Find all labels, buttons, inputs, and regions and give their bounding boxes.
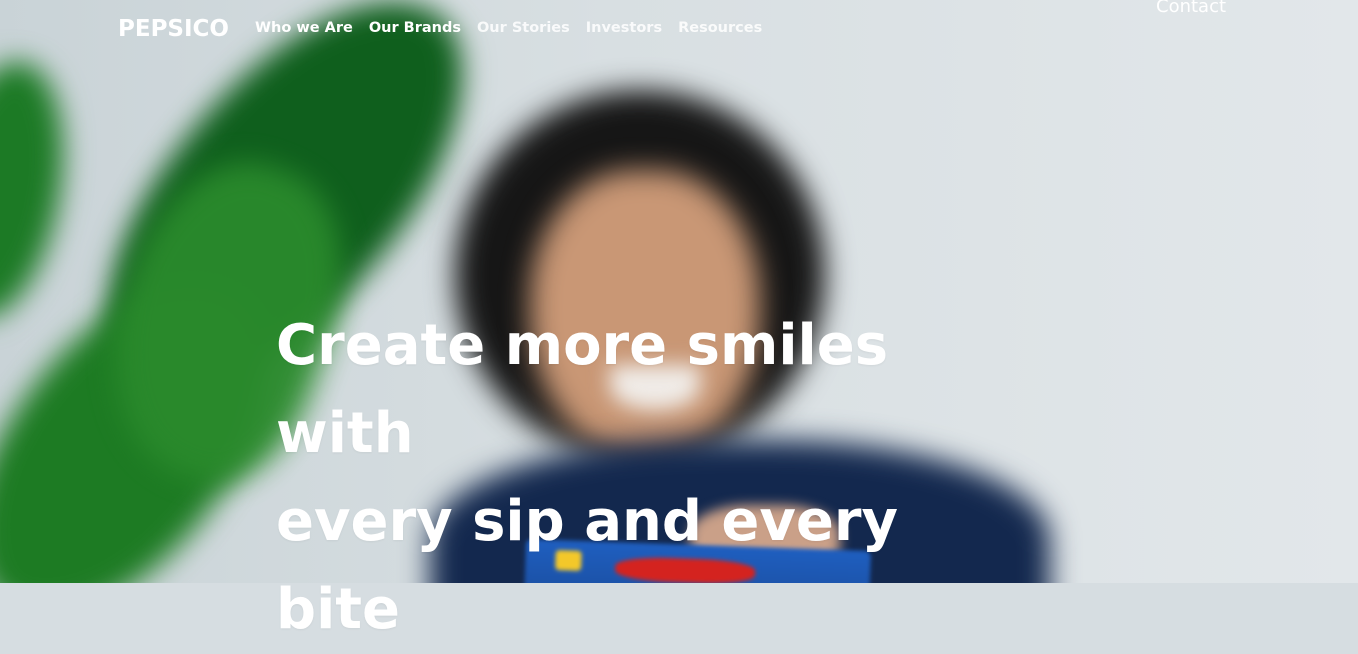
nav-links: Who we Are Our Brands Our Stories Invest… [255, 18, 762, 38]
plant-leaf [0, 51, 82, 329]
top-navigation: PEPSICO Who we Are Our Brands Our Storie… [0, 0, 1358, 60]
contact-link[interactable]: Contact [1156, 0, 1226, 18]
hero-headline: Create more smiles with every sip and ev… [276, 302, 1036, 654]
nav-our-brands[interactable]: Our Brands [369, 18, 461, 38]
nav-resources[interactable]: Resources [678, 18, 762, 38]
headline-line-1: Create more smiles with [276, 313, 889, 466]
nav-investors[interactable]: Investors [586, 18, 662, 38]
nav-our-stories[interactable]: Our Stories [477, 18, 570, 38]
pepsico-logo[interactable]: PEPSICO [118, 14, 229, 44]
nav-who-we-are[interactable]: Who we Are [255, 18, 353, 38]
headline-line-2: every sip and every bite [276, 489, 899, 642]
